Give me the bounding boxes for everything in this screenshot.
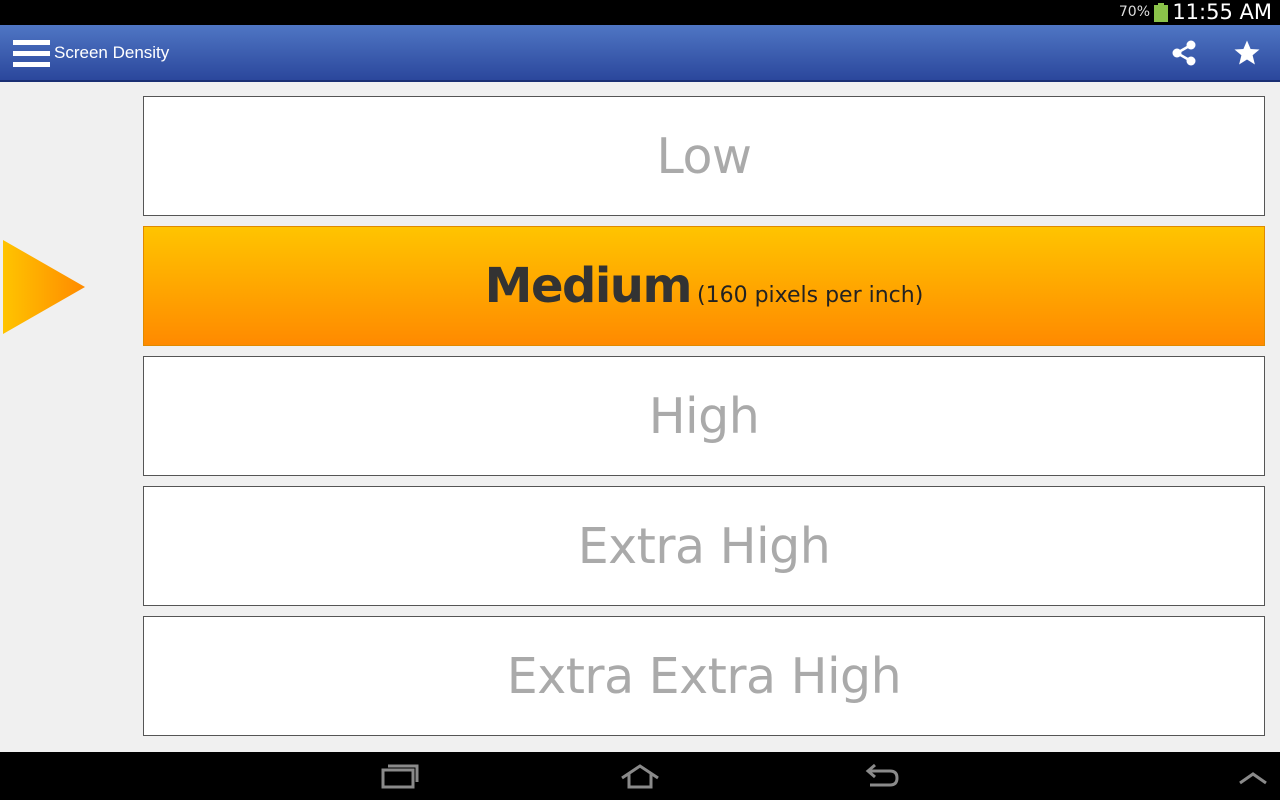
app-title: Screen Density bbox=[54, 43, 170, 62]
battery-percent: 70% bbox=[1118, 4, 1150, 20]
chevron-up-icon[interactable] bbox=[1236, 761, 1276, 791]
action-bar: Screen Density bbox=[0, 25, 1280, 82]
star-icon[interactable] bbox=[1233, 39, 1261, 67]
status-bar: 70% 11:55 AM bbox=[0, 0, 1280, 25]
option-label: High bbox=[648, 387, 760, 445]
home-icon[interactable] bbox=[620, 761, 660, 791]
back-icon[interactable] bbox=[862, 761, 902, 791]
status-time: 11:55 AM bbox=[1172, 0, 1272, 24]
recent-apps-icon[interactable] bbox=[380, 761, 420, 791]
density-option-extra-extra-high[interactable]: Extra Extra High bbox=[143, 616, 1265, 736]
navigation-bar bbox=[0, 752, 1280, 800]
selection-pointer-icon bbox=[3, 240, 85, 334]
share-icon[interactable] bbox=[1170, 39, 1198, 67]
battery-icon bbox=[1154, 3, 1168, 23]
option-label: Extra Extra High bbox=[506, 647, 902, 705]
density-option-high[interactable]: High bbox=[143, 356, 1265, 476]
menu-icon[interactable] bbox=[13, 40, 50, 68]
option-detail: (160 pixels per inch) bbox=[697, 282, 924, 308]
density-option-extra-high[interactable]: Extra High bbox=[143, 486, 1265, 606]
density-option-medium[interactable]: Medium (160 pixels per inch) bbox=[143, 226, 1265, 346]
density-option-low[interactable]: Low bbox=[143, 96, 1265, 216]
option-label: Extra High bbox=[577, 517, 831, 575]
option-label: Medium bbox=[484, 258, 693, 314]
option-label: Low bbox=[656, 127, 753, 185]
